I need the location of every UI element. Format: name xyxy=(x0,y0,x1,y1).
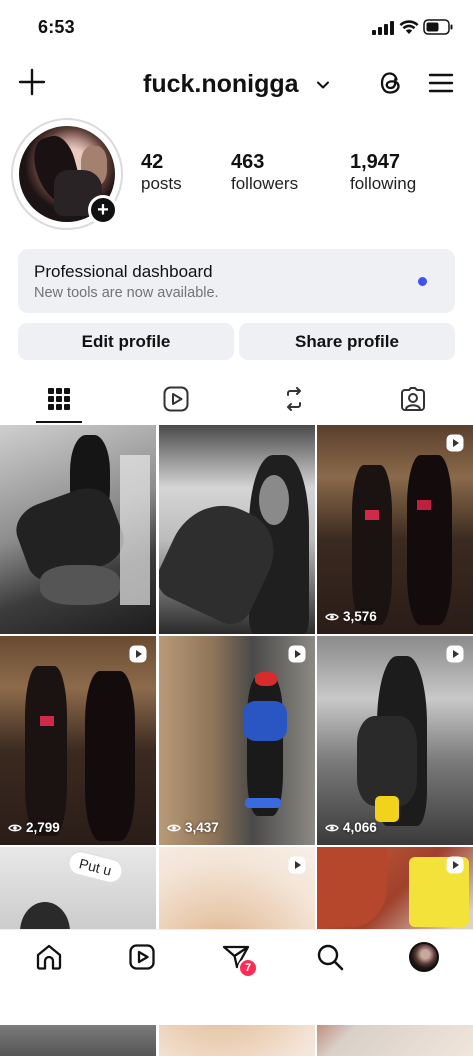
tagged-person-icon[interactable] xyxy=(398,384,428,414)
home-icon[interactable] xyxy=(34,942,64,972)
eye-icon xyxy=(325,824,339,831)
active-tab-indicator xyxy=(36,421,82,423)
view-count-text: 4,066 xyxy=(343,820,377,835)
username-switcher[interactable]: fuck.nonigga xyxy=(143,70,299,99)
view-count: 3,437 xyxy=(167,820,219,835)
view-count-text: 2,799 xyxy=(26,820,60,835)
reposts-icon[interactable] xyxy=(279,384,309,414)
stat-posts[interactable]: 42 posts xyxy=(141,151,182,194)
reel-badge-icon xyxy=(446,645,464,663)
create-plus-icon[interactable] xyxy=(18,68,46,96)
status-time: 6:53 xyxy=(38,17,75,37)
notification-badge: 7 xyxy=(238,958,258,978)
stat-following-label: following xyxy=(350,174,417,193)
view-count: 3,576 xyxy=(325,609,377,624)
signal-icon xyxy=(372,21,394,35)
profile-nav-avatar[interactable] xyxy=(409,942,439,972)
reel-badge-icon xyxy=(446,434,464,452)
post-thumbnail-2[interactable] xyxy=(159,425,315,634)
reel-badge-icon xyxy=(446,856,464,874)
stat-followers[interactable]: 463 followers xyxy=(231,151,298,194)
stat-following-value: 1,947 xyxy=(350,151,401,173)
chevron-down-icon[interactable] xyxy=(316,78,330,92)
stat-posts-label: posts xyxy=(141,174,182,193)
battery-icon xyxy=(423,19,453,35)
new-indicator-dot xyxy=(418,277,427,286)
story-sticker: Put u xyxy=(65,848,125,886)
view-count-text: 3,576 xyxy=(343,609,377,624)
post-thumbnail-4[interactable]: 2,799 xyxy=(0,636,156,845)
post-thumbnail-5[interactable]: 3,437 xyxy=(159,636,315,845)
stat-following[interactable]: 1,947 following xyxy=(350,151,416,194)
reel-badge-icon xyxy=(129,645,147,663)
stat-followers-label: followers xyxy=(231,174,299,193)
share-profile-button[interactable]: Share profile xyxy=(239,323,455,360)
grid-icon[interactable] xyxy=(44,384,74,414)
dashboard-subtitle: New tools are now available. xyxy=(34,285,219,301)
view-count: 4,066 xyxy=(325,820,377,835)
search-icon[interactable] xyxy=(315,942,345,972)
add-story-icon[interactable]: + xyxy=(88,195,118,225)
edit-profile-button[interactable]: Edit profile xyxy=(18,323,234,360)
post-thumbnail-1[interactable] xyxy=(0,425,156,634)
eye-icon xyxy=(167,824,181,831)
reels-icon[interactable] xyxy=(161,384,191,414)
view-count-text: 3,437 xyxy=(185,820,219,835)
reels-nav-icon[interactable] xyxy=(127,942,157,972)
stat-followers-value: 463 xyxy=(231,151,265,173)
reel-badge-icon xyxy=(288,645,306,663)
threads-icon[interactable] xyxy=(376,68,406,98)
dashboard-title: Professional dashboard xyxy=(34,262,213,281)
view-count: 2,799 xyxy=(8,820,60,835)
menu-hamburger-icon[interactable] xyxy=(428,70,454,96)
post-thumbnail-6[interactable]: 4,066 xyxy=(317,636,473,845)
wifi-icon xyxy=(399,20,419,34)
reel-badge-icon xyxy=(288,856,306,874)
eye-icon xyxy=(325,613,339,620)
post-thumbnail-3[interactable]: 3,576 xyxy=(317,425,473,634)
eye-icon xyxy=(8,824,22,831)
stat-posts-value: 42 xyxy=(141,151,164,173)
